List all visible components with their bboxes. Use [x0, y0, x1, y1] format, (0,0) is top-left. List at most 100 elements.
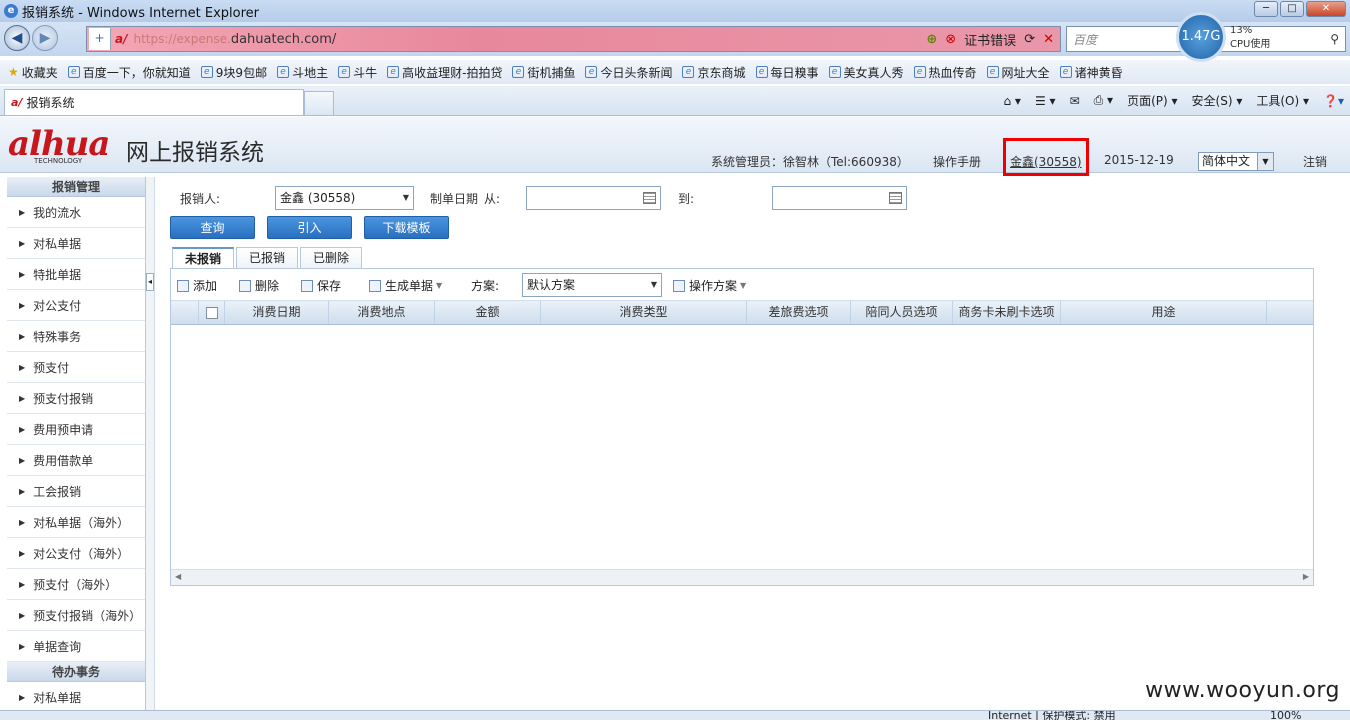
- zoom-level[interactable]: 100%: [1270, 711, 1301, 720]
- manual-link[interactable]: 操作手册: [933, 153, 981, 170]
- sidebar-item[interactable]: ▶ 预支付报销（海外）: [7, 600, 145, 631]
- sidebar-item[interactable]: ▶ 我的流水: [7, 197, 145, 228]
- select-all-checkbox[interactable]: [205, 306, 218, 319]
- fav-item[interactable]: e 每日糗事: [755, 64, 819, 81]
- fav-item[interactable]: e 百度一下，你就知道: [67, 64, 191, 81]
- fav-label: 今日头条新闻: [600, 65, 673, 80]
- tools-menu[interactable]: 工具(O) ▾: [1256, 92, 1309, 109]
- ie-page-icon: e: [387, 66, 400, 78]
- scroll-right-icon[interactable]: ▶: [1303, 572, 1309, 581]
- fav-item[interactable]: e 街机捕鱼: [512, 64, 575, 81]
- address-bar[interactable]: + a/ https://expense. dahuatech.com/ ⊕ ⊗…: [86, 26, 1061, 52]
- refresh-icon[interactable]: ⟳: [1024, 32, 1035, 47]
- sidebar-item[interactable]: ▶ 预支付（海外）: [7, 569, 145, 600]
- sidebar-item[interactable]: ▶ 对公支付（海外）: [7, 538, 145, 569]
- date-to-input[interactable]: [772, 186, 907, 210]
- download-template-button[interactable]: 下载模板: [364, 216, 449, 239]
- tab-deleted[interactable]: 已删除: [300, 247, 363, 269]
- cert-error-label[interactable]: 证书错误: [964, 30, 1016, 49]
- generate-doc-button[interactable]: 生成单据 ▼: [369, 277, 442, 294]
- sidebar-item[interactable]: ▶ 费用预申请: [7, 414, 145, 445]
- print-icon[interactable]: ⎙ ▾: [1094, 93, 1113, 108]
- addon-icon[interactable]: ⊕: [926, 32, 937, 47]
- sidebar-splitter[interactable]: ◂: [146, 177, 155, 720]
- sidebar-item[interactable]: ▶ 对私单据: [7, 682, 145, 713]
- fav-item[interactable]: e 高收益理财-拍拍贷: [387, 64, 502, 81]
- sidebar-item[interactable]: ▶ 特批单据: [7, 259, 145, 290]
- date-from-input[interactable]: [526, 186, 661, 210]
- sidebar-item[interactable]: ▶ 单据查询: [7, 631, 145, 662]
- calendar-icon[interactable]: [643, 192, 656, 204]
- scroll-left-icon[interactable]: ◀: [175, 572, 181, 581]
- reporter-select[interactable]: 金鑫 (30558) ▼: [275, 186, 414, 210]
- fav-label: 美女真人秀: [843, 65, 904, 80]
- sidebar-section-header[interactable]: 待办事务: [7, 662, 145, 682]
- import-button[interactable]: 引入: [267, 216, 352, 239]
- fav-item[interactable]: e 9块9包邮: [200, 64, 267, 81]
- new-tab-button[interactable]: [304, 91, 334, 115]
- safety-menu[interactable]: 安全(S) ▾: [1192, 92, 1243, 109]
- compat-view-icon[interactable]: +: [89, 28, 111, 50]
- query-button[interactable]: 查询: [170, 216, 255, 239]
- delete-button[interactable]: 删除: [239, 277, 279, 294]
- scheme-select[interactable]: 默认方案 ▼: [522, 273, 662, 297]
- browser-tab[interactable]: a/ 报销系统: [4, 89, 304, 115]
- col-type[interactable]: 消费类型: [541, 301, 747, 324]
- tab-reimbursed[interactable]: 已报销: [236, 247, 299, 269]
- sidebar-item[interactable]: ▶ 预支付报销: [7, 383, 145, 414]
- fav-item[interactable]: e 京东商城: [682, 64, 746, 81]
- collapse-handle-icon[interactable]: ◂: [146, 273, 154, 291]
- col-amount[interactable]: 金额: [435, 301, 541, 324]
- sidebar-item[interactable]: ▶ 特殊事务: [7, 321, 145, 352]
- fav-item[interactable]: e 斗牛: [338, 64, 377, 81]
- zone-status: Internet | 保护模式: 禁用: [988, 710, 1116, 720]
- page-menu[interactable]: 页面(P) ▾: [1127, 92, 1177, 109]
- minimize-button[interactable]: ─: [1254, 1, 1278, 17]
- arrow-right-icon: ▶: [19, 486, 26, 496]
- col-travel-option[interactable]: 差旅费选项: [747, 301, 851, 324]
- back-button[interactable]: ◀: [4, 25, 30, 51]
- feeds-icon[interactable]: ☰ ▾: [1035, 94, 1056, 108]
- mail-icon[interactable]: ✉: [1070, 94, 1080, 108]
- sidebar-item-label: 对公支付: [33, 298, 82, 313]
- fav-item[interactable]: e 网址大全: [986, 64, 1050, 81]
- col-purpose[interactable]: 用途: [1061, 301, 1267, 324]
- sidebar-item[interactable]: ▶ 对私单据（海外）: [7, 507, 145, 538]
- fav-item[interactable]: e 斗地主: [277, 64, 328, 81]
- col-location[interactable]: 消费地点: [329, 301, 435, 324]
- sidebar-item[interactable]: ▶ 预支付: [7, 352, 145, 383]
- save-button[interactable]: 保存: [301, 277, 341, 294]
- close-button[interactable]: ✕: [1306, 1, 1346, 17]
- language-select[interactable]: 简体中文 ▼: [1198, 152, 1274, 171]
- add-button[interactable]: 添加: [177, 277, 217, 294]
- sidebar-section-header[interactable]: 报销管理: [7, 177, 145, 197]
- fav-item[interactable]: e 诸神黄昏: [1059, 64, 1123, 81]
- forward-button[interactable]: ▶: [32, 25, 58, 51]
- favorites-button[interactable]: ★ 收藏夹: [8, 64, 58, 81]
- sidebar-item[interactable]: ▶ 对私单据: [7, 228, 145, 259]
- cert-error-icon: ⊗: [945, 31, 957, 47]
- logout-link[interactable]: 注销: [1303, 153, 1327, 170]
- sidebar-item[interactable]: ▶ 工会报销: [7, 476, 145, 507]
- fav-item[interactable]: e 今日头条新闻: [585, 64, 672, 81]
- search-icon[interactable]: ⚲: [1330, 32, 1339, 46]
- tab-unreimbursed[interactable]: 未报销: [172, 247, 235, 269]
- fav-item[interactable]: e 美女真人秀: [828, 64, 904, 81]
- sidebar-item[interactable]: ▶ 费用借款单: [7, 445, 145, 476]
- sidebar-item[interactable]: ▶ 对公支付: [7, 290, 145, 321]
- col-card-option[interactable]: 商务卡未刷卡选项: [953, 301, 1061, 324]
- calendar-icon[interactable]: [889, 192, 902, 204]
- col-companion-option[interactable]: 陪同人员选项: [851, 301, 953, 324]
- col-date[interactable]: 消费日期: [225, 301, 329, 324]
- dahua-logo: alhua: [8, 124, 110, 164]
- home-icon[interactable]: ⌂ ▾: [1004, 94, 1021, 108]
- stop-icon[interactable]: ✕: [1043, 32, 1054, 47]
- maximize-button[interactable]: □: [1280, 1, 1304, 17]
- scheme-ops-button[interactable]: 操作方案 ▼: [673, 277, 746, 294]
- help-icon[interactable]: ❓▾: [1323, 94, 1344, 108]
- browser-tab-label: 报销系统: [26, 96, 75, 110]
- ie-page-icon: e: [200, 66, 213, 78]
- fav-item[interactable]: e 热血传奇: [913, 64, 977, 81]
- browser-tab-row: a/ 报销系统 ⌂ ▾ ☰ ▾ ✉ ⎙ ▾ 页面(P) ▾ 安全(S) ▾ 工具…: [0, 86, 1350, 116]
- horizontal-scrollbar[interactable]: ◀ ▶: [171, 569, 1313, 585]
